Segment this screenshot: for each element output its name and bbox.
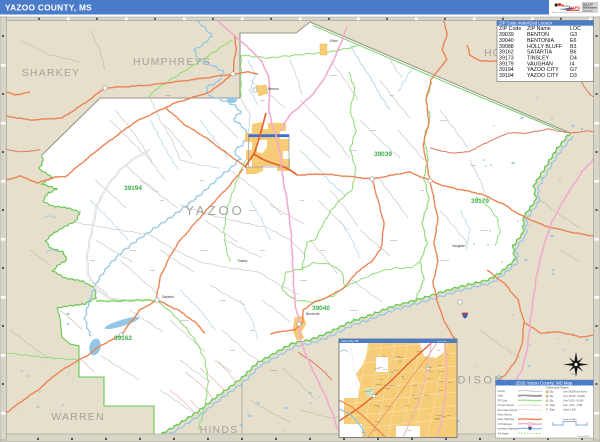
- svg-text:Satartia: Satartia: [162, 295, 174, 299]
- svg-text:SHARKEY: SHARKEY: [22, 67, 81, 79]
- svg-text:Toll Roads: Toll Roads: [498, 432, 510, 435]
- svg-text:Scale in Miles: Scale in Miles: [563, 419, 577, 421]
- svg-text:inset map: inset map: [437, 340, 447, 343]
- svg-text:39194: 39194: [499, 73, 514, 79]
- svg-text:US Highways: US Highways: [498, 423, 513, 426]
- svg-text:Yazoo City, MS: Yazoo City, MS: [341, 339, 359, 343]
- svg-text:Vaughan: Vaughan: [452, 244, 465, 248]
- svg-text:©MarketMAPS: ©MarketMAPS: [577, 435, 590, 438]
- svg-text:State: State: [498, 395, 504, 398]
- svg-text:Over 25,000 - 99,999: Over 25,000 - 99,999: [563, 395, 585, 398]
- svg-text:Town: Town: [550, 405, 556, 407]
- svg-text:Under 1,000: Under 1,000: [563, 409, 576, 412]
- svg-text:39179: 39179: [471, 198, 489, 205]
- svg-text:YAZOO CITY: YAZOO CITY: [527, 73, 559, 79]
- svg-text:MAPS: MAPS: [569, 5, 581, 10]
- svg-text:Minor Streets: Minor Streets: [498, 414, 513, 417]
- svg-text:Over 5,000 - 24,999: Over 5,000 - 24,999: [563, 400, 584, 403]
- svg-text:SOLD AT: SOLD AT: [583, 3, 593, 6]
- svg-text:Primary Streets: Primary Streets: [498, 404, 515, 407]
- svg-text:Secondary Streets: Secondary Streets: [498, 409, 518, 412]
- svg-text:Over 99,999 and Above: Over 99,999 and Above: [563, 391, 588, 394]
- svg-text:Town: Town: [550, 410, 556, 412]
- svg-text:ZIP Code Index/Grid Locator: ZIP Code Index/Grid Locator: [499, 21, 553, 26]
- svg-text:D3: D3: [570, 73, 577, 79]
- svg-text:County: County: [498, 390, 506, 393]
- svg-text:HUMPHREYS: HUMPHREYS: [133, 56, 211, 68]
- svg-text:YAZOO COUNTY, MS: YAZOO COUNTY, MS: [5, 3, 92, 13]
- svg-text:39040: 39040: [312, 305, 330, 312]
- svg-text:Cities and Towns: Cities and Towns: [546, 386, 569, 390]
- svg-text:Interstate Highways: Interstate Highways: [498, 428, 520, 431]
- svg-text:ZIP Code: ZIP Code: [498, 399, 509, 402]
- svg-text:YAZOO: YAZOO: [185, 203, 245, 218]
- svg-text:39039: 39039: [374, 151, 392, 158]
- svg-text:Tinsley: Tinsley: [237, 259, 248, 263]
- svg-text:Nationwide: Nationwide: [583, 9, 594, 12]
- svg-text:Over 1,000 - 4,999: Over 1,000 - 4,999: [563, 404, 583, 407]
- svg-text:Eden: Eden: [330, 39, 338, 43]
- svg-text:39162: 39162: [114, 335, 132, 342]
- svg-text:Benton: Benton: [268, 87, 279, 91]
- svg-text:39194: 39194: [124, 185, 142, 192]
- svg-text:State Highways: State Highways: [498, 418, 515, 421]
- svg-text:Bentonia: Bentonia: [306, 312, 319, 316]
- svg-text:BOOKstores: BOOKstores: [583, 6, 598, 9]
- svg-text:WARREN: WARREN: [51, 411, 104, 423]
